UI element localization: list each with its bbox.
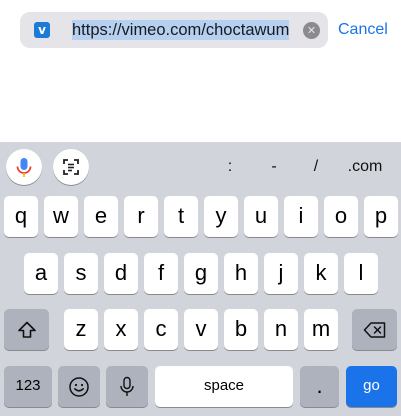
key-e[interactable]: e [84,196,118,237]
key-m[interactable]: m [304,309,338,350]
key-q[interactable]: q [4,196,38,237]
suggestion-colon[interactable]: : [218,156,242,178]
numbers-key[interactable]: 123 [4,366,52,407]
key-p[interactable]: p [364,196,398,237]
suggestion-dash[interactable]: - [262,156,286,178]
go-key[interactable]: go [346,366,397,407]
key-f[interactable]: f [144,253,178,294]
microphone-icon [120,376,134,396]
key-w[interactable]: w [44,196,78,237]
voice-input-button[interactable] [6,149,42,185]
url-field[interactable]: v https://vimeo.com/choctawum ✕ [20,12,328,48]
clear-text-icon[interactable]: ✕ [303,22,320,39]
keyboard: : - / .com q w e r t y u i o p a s d f g… [0,142,401,416]
dictation-key[interactable] [106,366,148,407]
period-key[interactable]: . [300,366,339,407]
suggestion-slash[interactable]: / [304,156,328,178]
shift-key[interactable] [4,309,49,350]
key-b[interactable]: b [224,309,258,350]
url-text[interactable]: https://vimeo.com/choctawum [72,20,297,40]
emoji-icon [69,376,89,397]
scan-text-icon [63,159,79,175]
suggestion-dotcom[interactable]: .com [340,156,390,178]
key-y[interactable]: y [204,196,238,237]
key-n[interactable]: n [264,309,298,350]
emoji-key[interactable] [58,366,100,407]
key-d[interactable]: d [104,253,138,294]
key-v[interactable]: v [184,309,218,350]
key-j[interactable]: j [264,253,298,294]
key-g[interactable]: g [184,253,218,294]
delete-key[interactable] [352,309,397,350]
google-mic-icon [16,158,32,177]
key-z[interactable]: z [64,309,98,350]
shift-icon [17,321,36,338]
key-l[interactable]: l [344,253,378,294]
key-u[interactable]: u [244,196,278,237]
backspace-icon [363,321,385,338]
key-c[interactable]: c [144,309,178,350]
key-h[interactable]: h [224,253,258,294]
scan-text-button[interactable] [53,149,89,185]
key-r[interactable]: r [124,196,158,237]
url-text-selected: https://vimeo.com/choctawum [72,20,290,40]
vimeo-favicon-icon: v [34,22,50,38]
key-a[interactable]: a [24,253,58,294]
key-o[interactable]: o [324,196,358,237]
key-i[interactable]: i [284,196,318,237]
space-key[interactable]: space [155,366,293,407]
key-k[interactable]: k [304,253,338,294]
key-t[interactable]: t [164,196,198,237]
key-x[interactable]: x [104,309,138,350]
key-s[interactable]: s [64,253,98,294]
cancel-button[interactable]: Cancel [338,20,388,40]
